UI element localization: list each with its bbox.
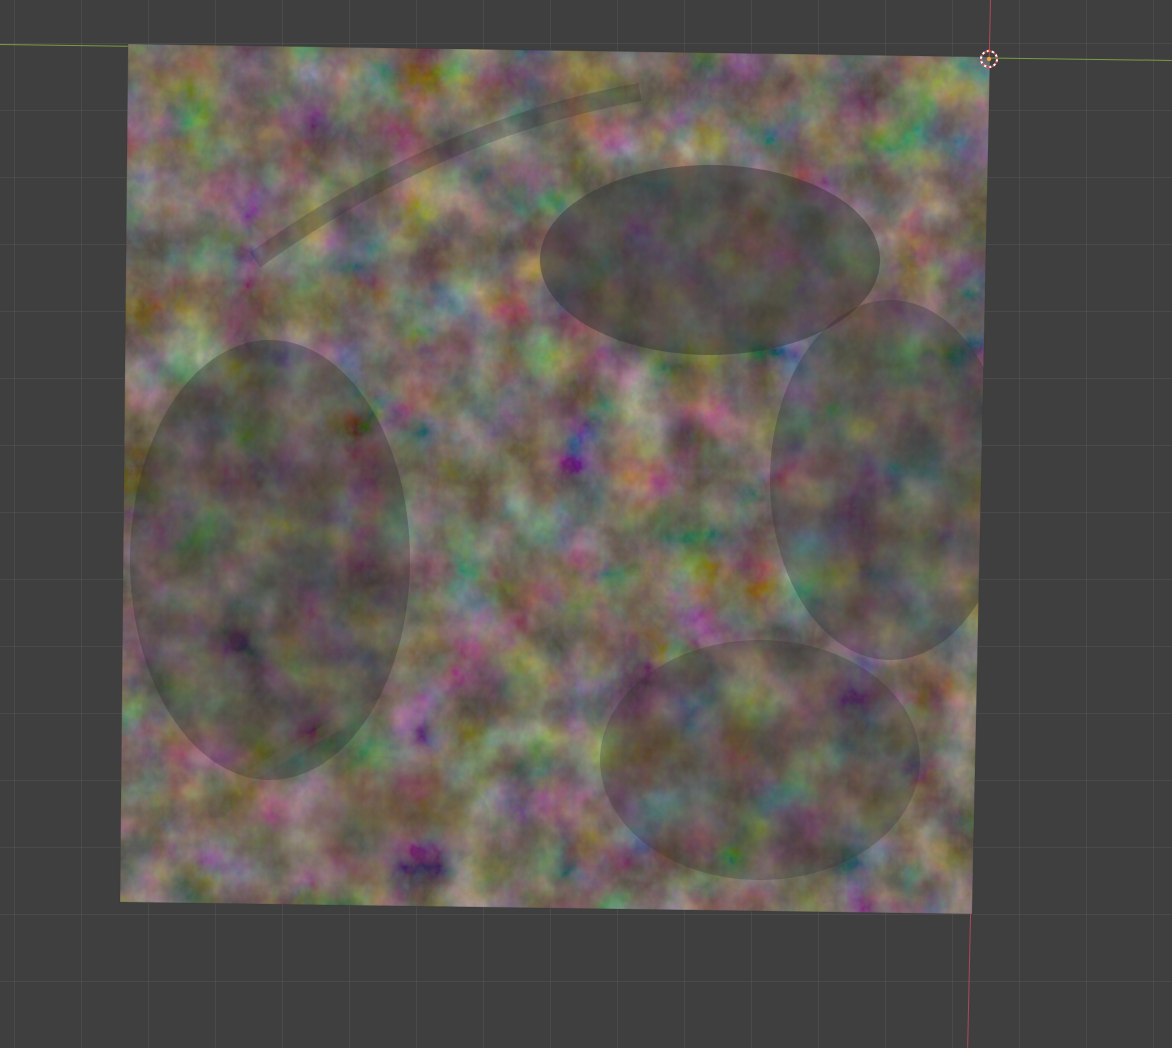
sand-valley [230, 755, 490, 885]
3d-viewport[interactable] [0, 0, 1172, 1048]
3d-cursor-icon[interactable] [977, 47, 1001, 71]
terrain-plane[interactable] [110, 40, 1010, 940]
ridge-cluster [600, 640, 920, 880]
terrain-canvas[interactable] [0, 0, 1172, 1048]
dark-hills-east [770, 300, 990, 660]
